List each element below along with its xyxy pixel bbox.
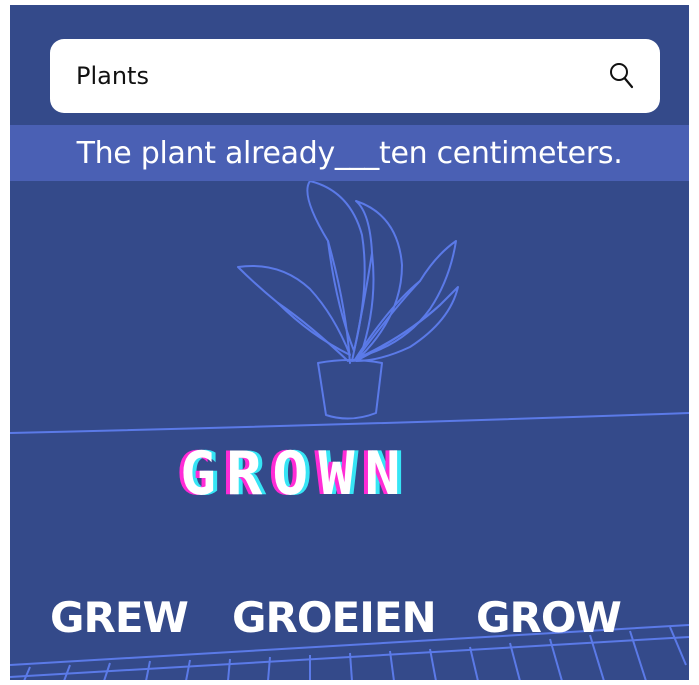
quiz-card: The plant already___ten centimeters. GRO… [10, 5, 689, 680]
option-groeien[interactable]: GROEIEN [232, 587, 437, 647]
search-bar[interactable] [50, 39, 660, 113]
search-icon[interactable] [606, 61, 636, 91]
option-grow[interactable]: GROW [476, 587, 622, 647]
answer-word: GROWN [180, 439, 411, 509]
option-grew[interactable]: GREW [50, 587, 189, 647]
search-input[interactable] [74, 61, 606, 91]
question-banner: The plant already___ten centimeters. [10, 125, 689, 181]
question-text: The plant already___ten centimeters. [76, 135, 623, 171]
potted-plant-icon [237, 181, 459, 420]
